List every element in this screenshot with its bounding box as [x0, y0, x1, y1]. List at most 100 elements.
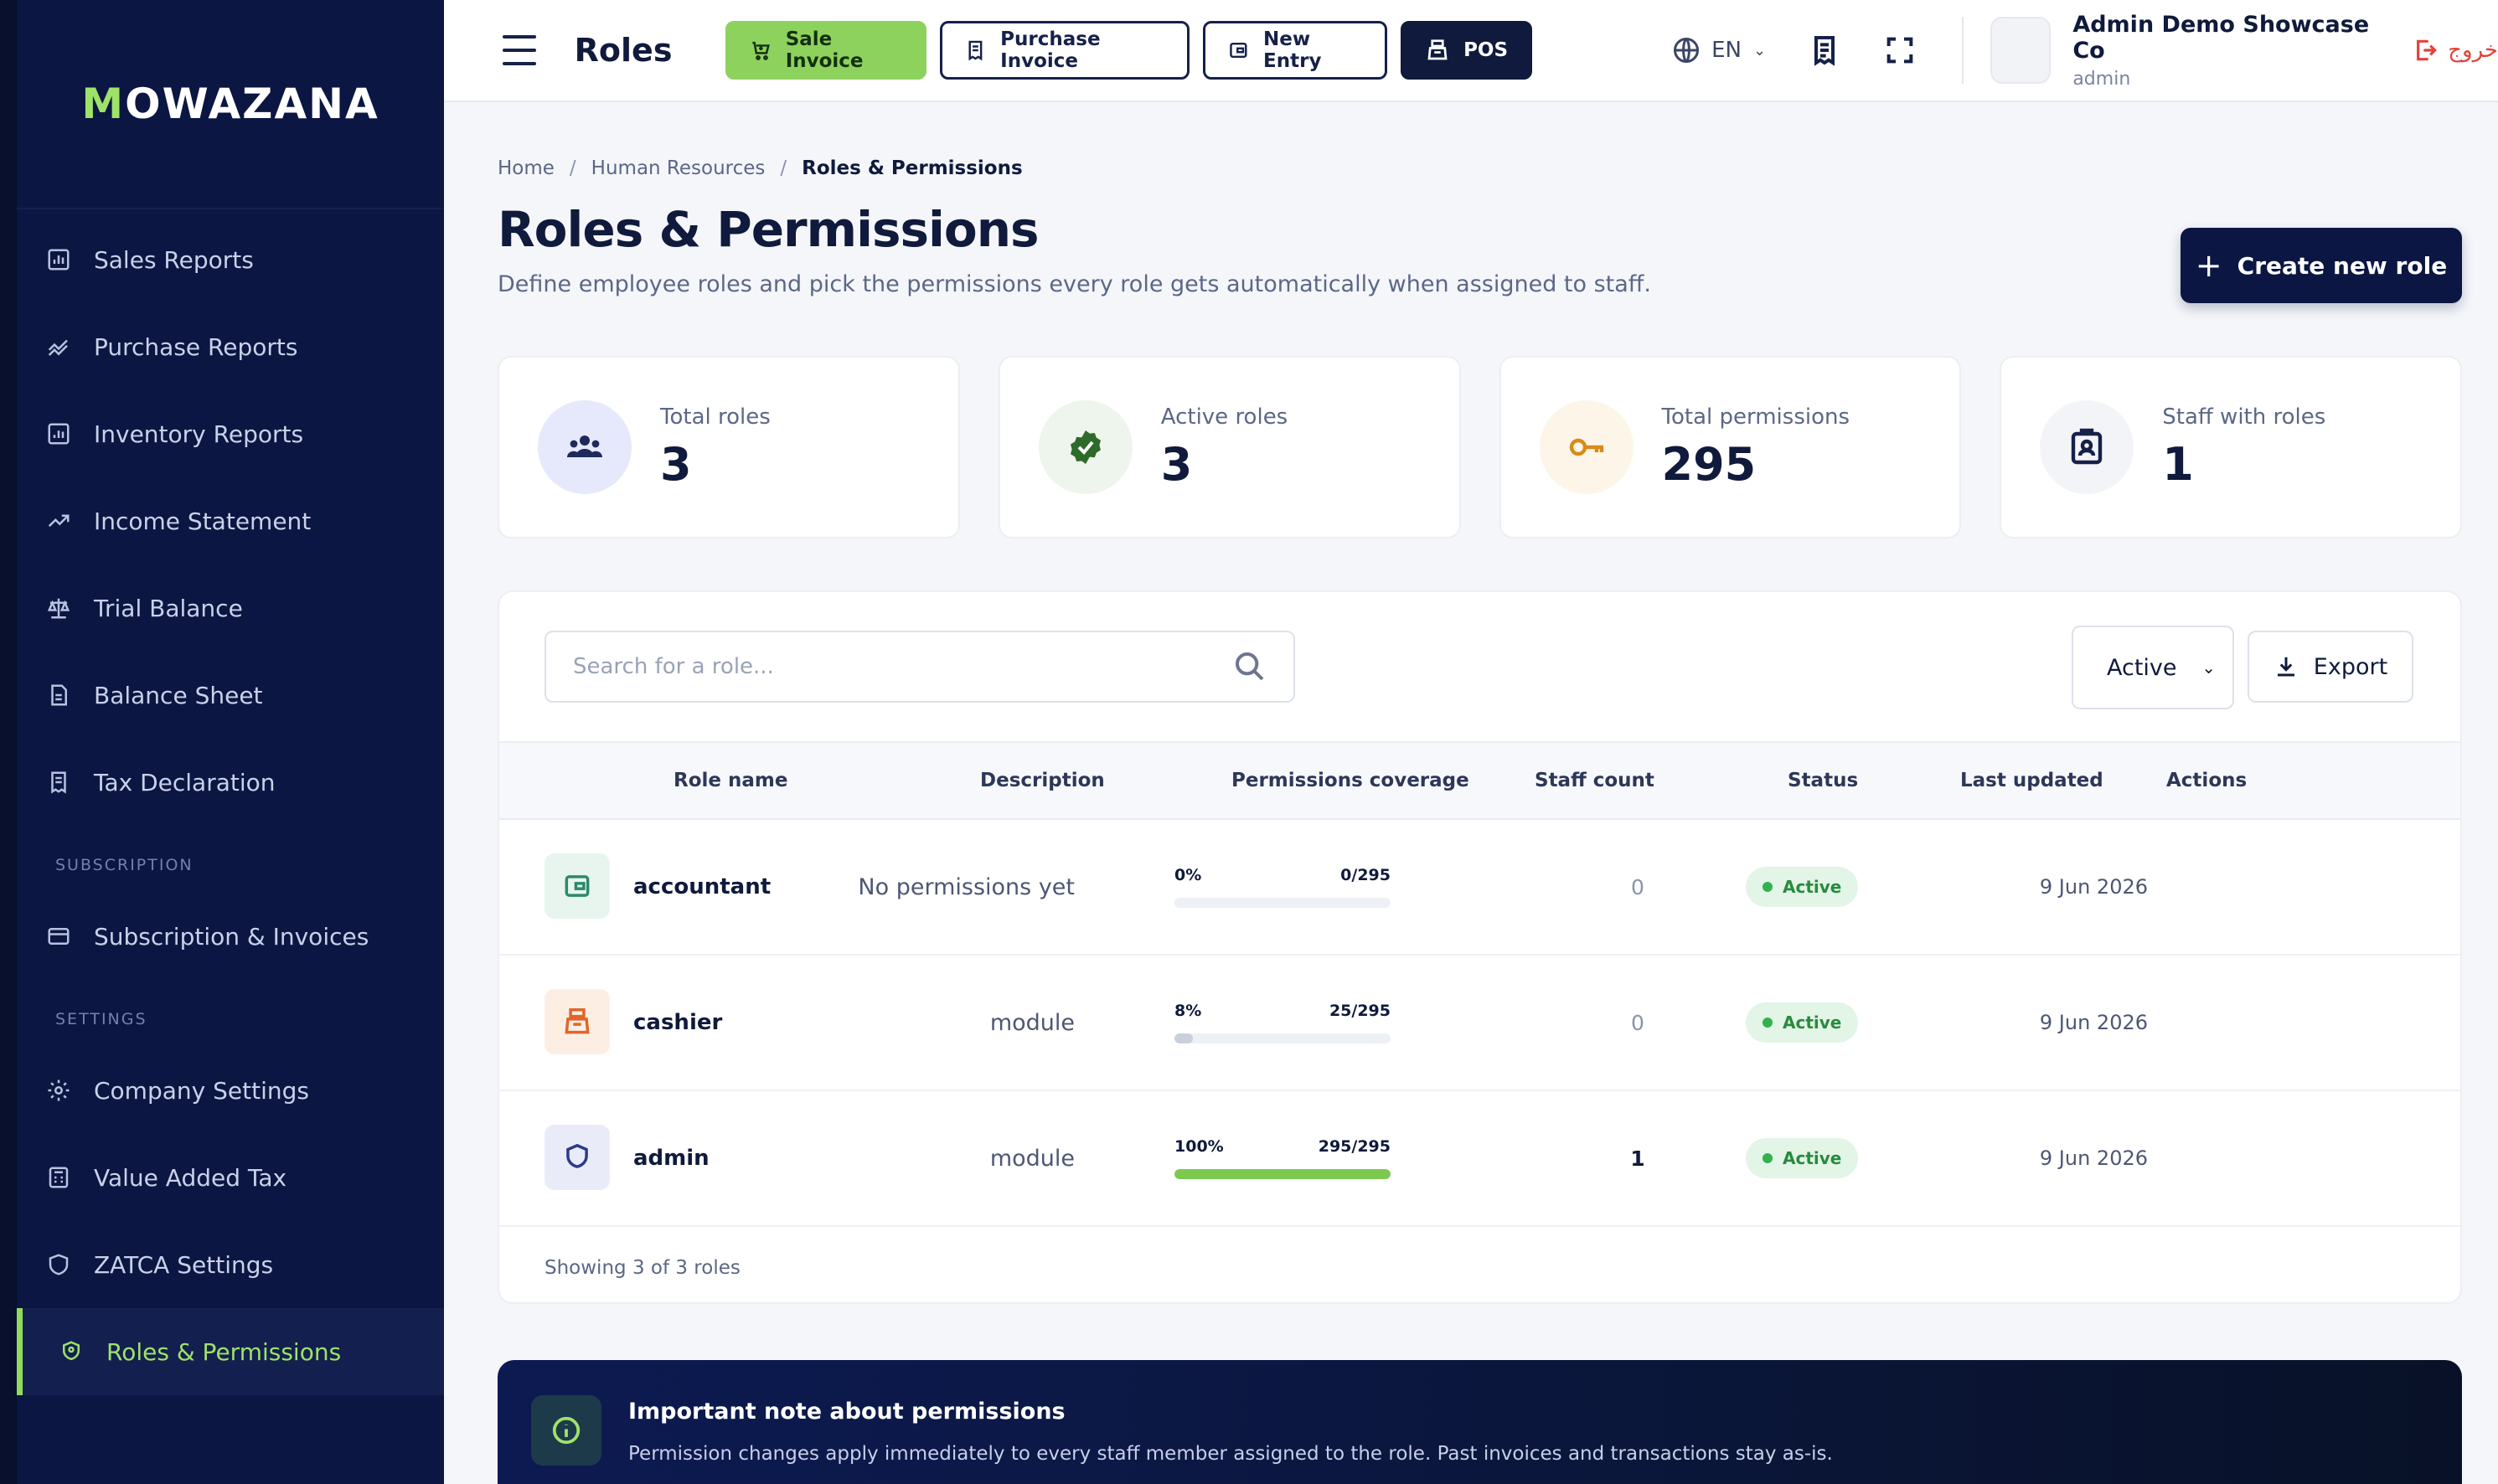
table-row[interactable]: cashier module 8% 25/295 0 Active 9 Jun 2…	[499, 956, 2460, 1091]
shield-icon	[545, 1125, 610, 1190]
stat-card-active-roles: Active roles 3	[998, 356, 1461, 538]
menu-toggle-icon[interactable]	[503, 35, 536, 65]
fullscreen-icon[interactable]	[1883, 32, 1917, 69]
role-name[interactable]: admin	[633, 1091, 710, 1225]
user-info[interactable]: Admin Demo Showcase Co admin	[2072, 12, 2376, 90]
roles-table-panel: Active ⌄ Export Role name Description Pe…	[498, 590, 2462, 1304]
receipt-icon	[968, 40, 983, 61]
search-icon[interactable]	[1233, 650, 1267, 683]
bar-chart-icon	[45, 420, 72, 447]
permissions-coverage: 8% 25/295	[1174, 956, 1391, 1090]
stat-value: 1	[2162, 437, 2194, 491]
role-description: module	[989, 1145, 1075, 1172]
search-input[interactable]	[573, 654, 1176, 679]
top-bar: Roles Sale Invoice Purchase Invoice New …	[444, 0, 2498, 102]
key-icon	[1539, 400, 1634, 494]
plus-icon: +	[2195, 247, 2222, 284]
status-label: Active	[1783, 1148, 1842, 1168]
receipt-icon	[45, 769, 72, 796]
status-cell: Active	[1746, 956, 1859, 1090]
avatar[interactable]	[1990, 17, 2052, 84]
language-label: EN	[1711, 38, 1742, 63]
user-role: admin	[2072, 68, 2131, 90]
permissions-coverage: 100% 295/295	[1174, 1091, 1391, 1225]
coverage-labels: 0% 0/295	[1174, 866, 1391, 884]
sidebar-item-trial-balance[interactable]: Trial Balance	[17, 564, 444, 652]
sidebar-item-label: Purchase Reports	[94, 332, 298, 361]
sidebar-item-zatca-settings[interactable]: ZATCA Settings	[17, 1221, 444, 1308]
column-header-status[interactable]: Status	[1788, 770, 1858, 791]
status-cell: Active	[1746, 1091, 1859, 1225]
sidebar-item-subscription[interactable]: Subscription & Invoices	[17, 893, 444, 980]
sidebar-item-label: Trial Balance	[94, 594, 243, 622]
status-badge: Active	[1746, 1002, 1859, 1043]
stat-card-staff-with-roles: Staff with roles 1	[2000, 356, 2462, 538]
table-toolbar: Active ⌄ Export	[499, 592, 2460, 743]
sale-invoice-button[interactable]: Sale Invoice	[725, 21, 927, 80]
breadcrumb-home[interactable]: Home	[498, 157, 555, 179]
pos-label: POS	[1463, 39, 1509, 61]
new-entry-button[interactable]: New Entry	[1203, 21, 1388, 80]
sidebar-item-inventory-reports[interactable]: Inventory Reports	[17, 390, 444, 477]
sidebar-item-label: Income Statement	[94, 507, 312, 535]
export-label: Export	[2313, 653, 2388, 680]
stat-label: Active roles	[1160, 404, 1288, 430]
sidebar-item-balance-sheet[interactable]: Balance Sheet	[17, 652, 444, 739]
logout-button[interactable]: خروج	[2413, 37, 2498, 64]
table-footer: Showing 3 of 3 roles	[545, 1257, 741, 1279]
coverage-bar	[1174, 1033, 1391, 1043]
column-header-coverage[interactable]: Permissions coverage	[1231, 770, 1469, 791]
pos-button[interactable]: POS	[1401, 21, 1533, 80]
export-button[interactable]: Export	[2248, 631, 2413, 703]
role-name[interactable]: cashier	[633, 956, 722, 1090]
breadcrumb-current: Roles & Permissions	[802, 157, 1023, 179]
column-header-description[interactable]: Description	[980, 770, 1105, 791]
sidebar-item-purchase-reports[interactable]: Purchase Reports	[17, 303, 444, 390]
search-box	[545, 631, 1295, 703]
table-row[interactable]: admin module 100% 295/295 1 Active 9 Jun …	[499, 1091, 2460, 1227]
brand-logo[interactable]: MOWAZANA	[81, 80, 379, 128]
user-lock-icon	[58, 1338, 85, 1365]
sidebar-item-company-settings[interactable]: Company Settings	[17, 1047, 444, 1134]
sidebar-item-sales-reports[interactable]: Sales Reports	[17, 216, 444, 303]
verified-badge-icon	[1038, 400, 1133, 494]
column-header-staff-count[interactable]: Staff count	[1535, 770, 1654, 791]
language-selector[interactable]: EN ⌄	[1671, 35, 1766, 65]
create-role-button[interactable]: + Create new role	[2181, 228, 2462, 303]
sidebar-item-tax-declaration[interactable]: Tax Declaration	[17, 739, 444, 826]
gear-icon	[45, 1077, 72, 1104]
stat-label: Total permissions	[1661, 404, 1850, 430]
stat-text: Total roles 3	[660, 404, 771, 491]
sidebar-nav: Sales Reports Purchase Reports Inventory…	[17, 209, 444, 1395]
logout-icon	[2417, 39, 2438, 61]
shield-icon	[45, 1251, 72, 1278]
sidebar-item-label: Company Settings	[94, 1076, 309, 1105]
document-icon	[45, 682, 72, 709]
column-header-role-name[interactable]: Role name	[674, 770, 787, 791]
logo-area: MOWAZANA	[17, 0, 444, 209]
sidebar-item-roles-permissions[interactable]: Roles & Permissions	[17, 1308, 444, 1395]
role-description: module	[989, 1009, 1075, 1036]
calculator-icon	[45, 1164, 72, 1191]
breadcrumb-separator: /	[780, 157, 787, 179]
status-dot	[1763, 1153, 1773, 1163]
status-filter-select[interactable]: Active ⌄	[2072, 626, 2234, 709]
sidebar-section-subscription: SUBSCRIPTION	[55, 856, 194, 874]
coverage-labels: 100% 295/295	[1174, 1137, 1391, 1156]
new-entry-label: New Entry	[1263, 28, 1322, 72]
user-name: Admin Demo Showcase Co	[2072, 11, 2370, 64]
coverage-percent: 100%	[1174, 1137, 1224, 1156]
purchase-invoice-button[interactable]: Purchase Invoice	[940, 21, 1190, 80]
coverage-ratio: 295/295	[1318, 1137, 1391, 1156]
breadcrumb-section[interactable]: Human Resources	[591, 157, 766, 179]
stat-value: 3	[1160, 437, 1193, 491]
sidebar-item-income-statement[interactable]: Income Statement	[17, 477, 444, 564]
stat-value: 295	[1661, 437, 1757, 491]
receipt-list-icon[interactable]	[1808, 32, 1841, 69]
purchase-invoice-label: Purchase Invoice	[1000, 28, 1101, 72]
table-row[interactable]: accountant No permissions yet 0% 0/295 0 …	[499, 820, 2460, 956]
status-filter-value: Active	[2107, 654, 2177, 681]
credit-card-icon	[45, 923, 72, 950]
column-header-last-updated[interactable]: Last updated	[1960, 770, 2103, 791]
sidebar-item-value-added-tax[interactable]: Value Added Tax	[17, 1134, 444, 1221]
